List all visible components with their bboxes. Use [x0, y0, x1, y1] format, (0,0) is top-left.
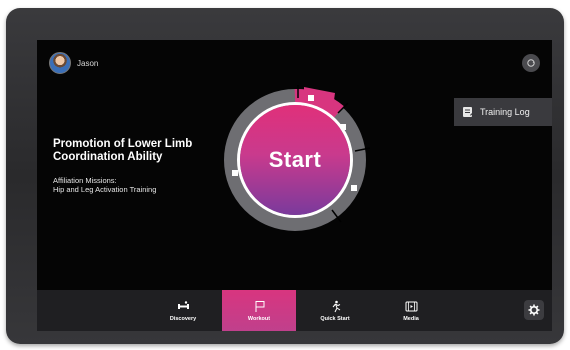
- training-log-button[interactable]: Training Log: [454, 98, 552, 126]
- refresh-icon: [527, 59, 535, 67]
- notebook-icon: [463, 107, 474, 117]
- segment-marker-icon: [351, 185, 357, 191]
- missions-name: Hip and Leg Activation Training: [53, 185, 157, 194]
- nav-label: Discovery: [169, 315, 197, 322]
- avatar[interactable]: [49, 52, 71, 74]
- bottom-nav-bar: Discovery Workout Quick Start Media: [37, 290, 552, 331]
- dumbbell-icon: [177, 300, 189, 309]
- nav-label: Workout: [247, 315, 271, 322]
- user-profile[interactable]: Jason: [49, 52, 98, 74]
- course-title: Promotion of Lower Limb Coordination Abi…: [53, 138, 193, 163]
- nav-item-media[interactable]: Media: [374, 290, 448, 331]
- training-log-label: Training Log: [480, 107, 530, 117]
- segment-marker-icon: [308, 95, 314, 101]
- user-name: Jason: [77, 58, 99, 68]
- runner-icon: [332, 300, 340, 312]
- flag-icon: [255, 300, 264, 312]
- screen: Jason Promotion of Lower Limb Coordinati…: [37, 40, 552, 331]
- nav-label: Quick Start: [320, 315, 350, 322]
- sync-button[interactable]: [522, 54, 540, 72]
- segment-marker-icon: [232, 170, 238, 176]
- missions-label: Affiliation Missions:: [53, 176, 117, 185]
- gear-icon: [528, 304, 540, 316]
- film-icon: [405, 301, 417, 311]
- start-button[interactable]: Start: [240, 105, 350, 215]
- nav-item-quick-start[interactable]: Quick Start: [298, 290, 372, 331]
- settings-button[interactable]: [524, 300, 544, 320]
- start-label: Start: [268, 147, 322, 172]
- device-bezel: Jason Promotion of Lower Limb Coordinati…: [6, 8, 564, 344]
- nav-item-discovery[interactable]: Discovery: [146, 290, 220, 331]
- nav-label: Media: [403, 315, 419, 322]
- nav-item-workout[interactable]: Workout: [222, 290, 296, 331]
